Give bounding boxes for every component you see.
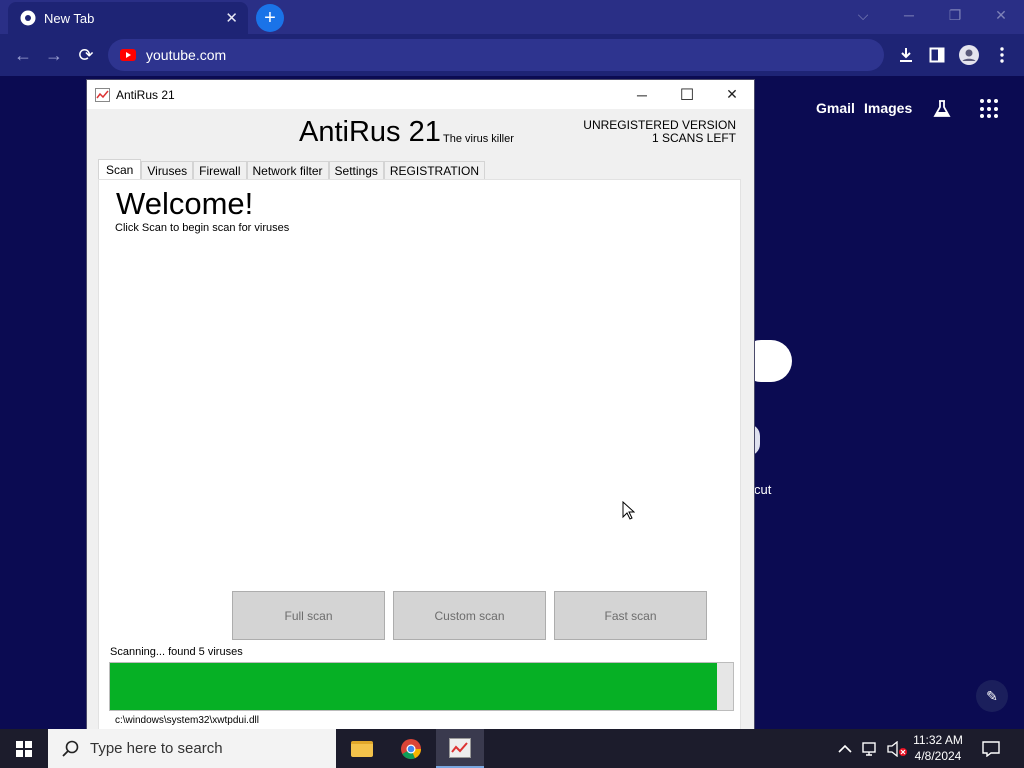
system-tray	[838, 729, 908, 768]
tab-registration[interactable]: REGISTRATION	[383, 161, 485, 180]
notification-icon	[982, 740, 1000, 757]
windows-taskbar: Type here to search 11:32 AM 4/8/2024	[0, 729, 1024, 768]
taskbar-search[interactable]: Type here to search	[48, 729, 336, 768]
tab-title: New Tab	[44, 10, 95, 26]
windows-logo-icon	[16, 740, 32, 757]
file-explorer-task[interactable]	[338, 729, 386, 768]
search-placeholder: Type here to search	[90, 740, 223, 757]
antirus-task[interactable]	[436, 729, 484, 768]
brand-tagline: The virus killer	[443, 133, 514, 145]
app-close-button[interactable]: ✕	[709, 80, 754, 109]
app-titlebar[interactable]: AntiRus 21 ─ ☐ ✕	[87, 80, 754, 109]
tab-scan[interactable]: Scan	[98, 159, 142, 180]
search-icon	[62, 740, 79, 757]
license-status: UNREGISTERED VERSION 1 SCANS LEFT	[583, 119, 736, 145]
browser-toolbar: ← → ⟳ youtube.com	[0, 34, 1024, 76]
full-scan-button[interactable]: Full scan	[232, 591, 385, 640]
current-file-path: c:\windows\system32\xwtpdui.dll	[115, 715, 259, 726]
back-button[interactable]: ←	[12, 44, 34, 66]
brand-title: AntiRus 21	[299, 116, 441, 148]
scan-progress-bar	[109, 662, 734, 711]
app-window-title: AntiRus 21	[116, 87, 175, 102]
url-text: youtube.com	[146, 47, 227, 63]
tab-settings[interactable]: Settings	[328, 161, 384, 180]
app-maximize-button[interactable]: ☐	[664, 80, 710, 109]
clock-date: 4/8/2024	[914, 749, 962, 763]
browser-tab-strip: New Tab ✕ + ⌵ ─ ❐ ✕	[0, 0, 1024, 34]
welcome-heading: Welcome!	[116, 186, 254, 221]
reload-button[interactable]: ⟳	[75, 44, 97, 66]
tab-search-icon[interactable]: ⌵	[840, 0, 886, 30]
tab-firewall[interactable]: Firewall	[193, 161, 247, 180]
customize-edit-button[interactable]: ✎	[976, 680, 1008, 712]
chevron-up-icon[interactable]	[838, 744, 852, 754]
chrome-task[interactable]	[387, 729, 435, 768]
download-icon[interactable]	[895, 44, 917, 66]
antirus-app-icon	[449, 737, 471, 758]
address-bar[interactable]: youtube.com	[108, 39, 884, 71]
network-icon[interactable]	[862, 741, 880, 757]
tab-network-filter[interactable]: Network filter	[246, 161, 329, 180]
browser-minimize-button[interactable]: ─	[886, 0, 932, 30]
labs-icon[interactable]	[932, 99, 952, 119]
profile-icon[interactable]	[958, 44, 980, 66]
browser-tab[interactable]: New Tab ✕	[8, 2, 248, 34]
scan-panel: Welcome! Click Scan to begin scan for vi…	[98, 179, 741, 730]
app-minimize-button[interactable]: ─	[619, 80, 665, 109]
chrome-icon	[401, 738, 422, 759]
scan-status: Scanning... found 5 viruses	[110, 646, 243, 658]
chrome-icon	[20, 10, 36, 26]
progress-fill	[110, 663, 718, 710]
antirus-app-icon	[95, 87, 110, 102]
tab-close-icon[interactable]: ✕	[225, 9, 238, 27]
custom-scan-button[interactable]: Custom scan	[393, 591, 546, 640]
tab-viruses[interactable]: Viruses	[141, 161, 194, 180]
shortcut-label[interactable]: cut	[754, 482, 771, 497]
fast-scan-button[interactable]: Fast scan	[554, 591, 707, 640]
new-tab-button[interactable]: +	[256, 4, 284, 32]
app-tabs: Scan Viruses Firewall Network filter Set…	[98, 159, 485, 180]
clock-time: 11:32 AM	[913, 733, 963, 747]
notifications-button[interactable]	[968, 729, 1014, 768]
side-panel-icon[interactable]	[926, 44, 948, 66]
folder-icon	[351, 740, 373, 757]
browser-restore-button[interactable]: ❐	[932, 0, 978, 30]
antirus-window: AntiRus 21 ─ ☐ ✕ AntiRus 21 The virus ki…	[86, 79, 755, 731]
youtube-icon	[120, 49, 136, 61]
more-icon[interactable]	[991, 44, 1013, 66]
scans-left: 1 SCANS LEFT	[651, 131, 736, 145]
taskbar-clock[interactable]: 11:32 AM 4/8/2024	[905, 732, 971, 764]
scan-hint: Click Scan to begin scan for viruses	[115, 222, 290, 234]
images-link[interactable]: Images	[864, 100, 912, 116]
browser-close-button[interactable]: ✕	[978, 0, 1024, 30]
start-button[interactable]	[0, 729, 48, 768]
google-apps-icon[interactable]	[980, 99, 1000, 119]
forward-button[interactable]: →	[43, 44, 65, 66]
mouse-cursor-icon	[622, 501, 635, 520]
gmail-link[interactable]: Gmail	[816, 100, 855, 116]
